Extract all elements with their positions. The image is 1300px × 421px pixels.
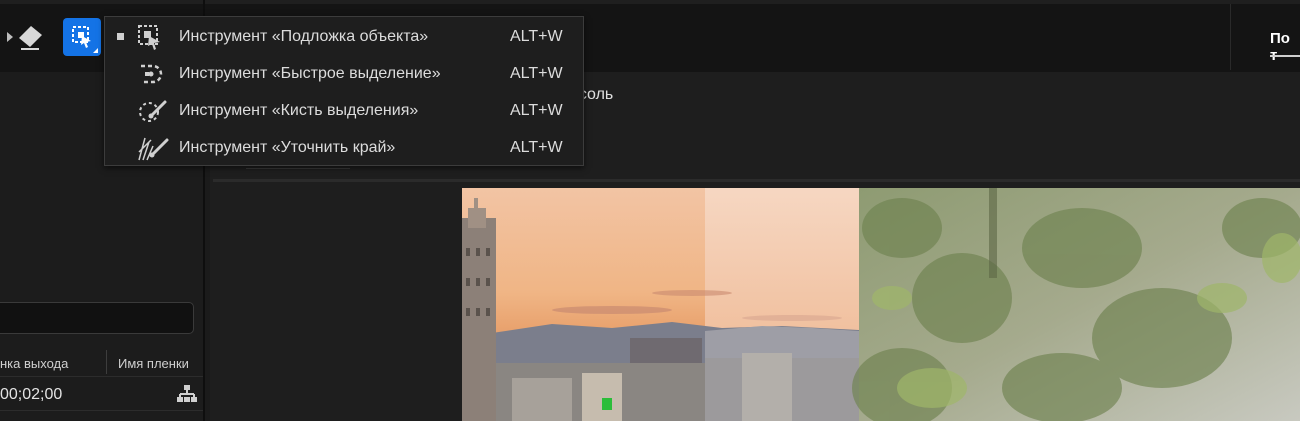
row-divider (0, 376, 203, 377)
menu-item-label: Инструмент «Уточнить край» (179, 139, 396, 156)
top-strip (0, 0, 1300, 4)
top-divider (1230, 4, 1231, 70)
object-matte-icon (138, 25, 160, 50)
menu-item-shortcut: ALT+W (510, 28, 563, 45)
row-divider-bottom (0, 410, 203, 411)
checkmark-icon (117, 33, 124, 40)
panel-tab-underline (1270, 55, 1300, 57)
menu-item-shortcut: ALT+W (510, 139, 563, 156)
timecode-value: 00;02;00 (0, 386, 63, 403)
selection-brush-icon (139, 100, 167, 122)
panel-separator (213, 179, 1300, 182)
object-matte-tool-button[interactable] (63, 18, 101, 56)
quick-selection-icon (141, 64, 163, 84)
search-input[interactable] (0, 302, 194, 334)
menu-item-label: Инструмент «Подложка объекта» (179, 28, 429, 45)
menu-item-object-matte[interactable]: Инструмент «Подложка объекта» ALT+W (105, 19, 583, 55)
selection-tool-menu: Инструмент «Подложка объекта» ALT+W Инст… (104, 16, 584, 166)
menu-item-label: Инструмент «Быстрое выделение» (179, 65, 441, 82)
column-separator[interactable] (106, 350, 107, 374)
menu-item-shortcut: ALT+W (510, 65, 563, 82)
preview-image (462, 188, 1300, 421)
object-matte-tool-icon (72, 26, 91, 48)
eraser-button[interactable] (11, 18, 49, 56)
menu-item-refine-edge[interactable]: Инструмент «Уточнить край» ALT+W (105, 130, 583, 166)
menu-item-label: Инструмент «Кисть выделения» (179, 102, 419, 119)
video-preview[interactable] (462, 188, 1300, 421)
refine-edge-icon (138, 137, 169, 161)
menu-item-shortcut: ALT+W (510, 102, 563, 119)
hierarchy-icon[interactable] (176, 384, 198, 404)
menu-item-quick-selection[interactable]: Инструмент «Быстрое выделение» ALT+W (105, 56, 583, 92)
panel-tab-right[interactable]: По т (1270, 30, 1300, 64)
submenu-indicator-icon (93, 48, 98, 53)
column-header-out[interactable]: нка выхода (0, 356, 68, 371)
menu-item-selection-brush[interactable]: Инструмент «Кисть выделения» ALT+W (105, 93, 583, 129)
column-header-name[interactable]: Имя пленки (118, 356, 189, 371)
eraser-icon (19, 26, 42, 50)
